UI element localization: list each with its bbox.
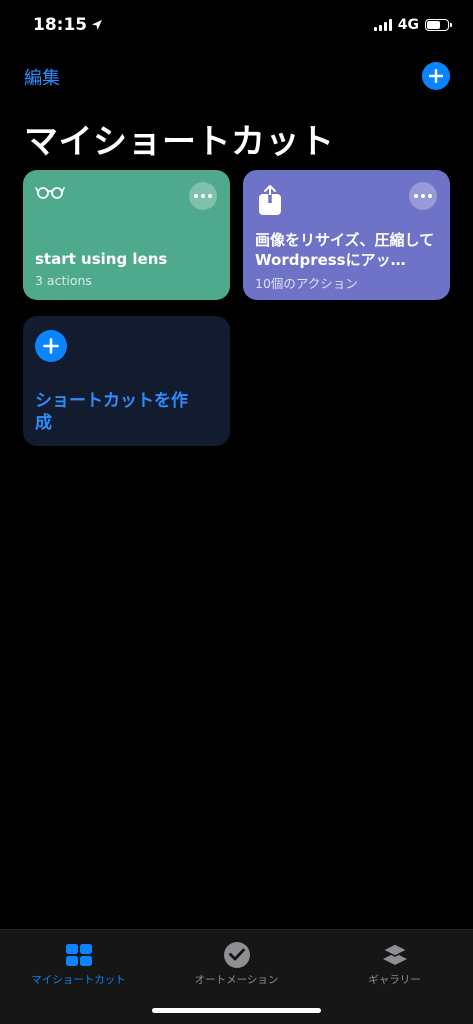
page-title: マイショートカット <box>24 122 335 162</box>
shortcut-title: 画像をリサイズ、圧縮してWordpressにアッ… <box>255 231 435 269</box>
more-options-button[interactable] <box>409 182 437 210</box>
tab-my-shortcuts[interactable]: マイショートカット <box>0 930 157 994</box>
tab-label: ギャラリー <box>368 974 421 986</box>
glasses-icon <box>35 184 65 204</box>
battery-level <box>427 21 440 29</box>
home-indicator[interactable] <box>152 1008 321 1013</box>
more-dot <box>201 194 205 198</box>
share-icon <box>255 184 285 220</box>
network-type: 4G <box>397 17 419 33</box>
status-time: 18:15 <box>33 15 103 35</box>
shortcut-card-resize-image[interactable]: 画像をリサイズ、圧縮してWordpressにアッ… 10個のアクション <box>243 170 450 300</box>
layers-icon <box>380 940 410 970</box>
grid-icon <box>64 940 94 970</box>
create-shortcut-card[interactable]: ショートカットを作成 <box>23 316 230 446</box>
status-bar: 18:15 4G <box>0 0 473 52</box>
tab-label: マイショートカット <box>31 974 126 986</box>
more-options-button[interactable] <box>189 182 217 210</box>
edit-button[interactable]: 編集 <box>24 64 60 90</box>
add-shortcut-button[interactable] <box>422 62 450 90</box>
more-dot <box>208 194 212 198</box>
time-text: 18:15 <box>33 15 88 35</box>
clock-check-icon <box>222 940 252 970</box>
more-dot <box>414 194 418 198</box>
shortcut-card-start-using-lens[interactable]: start using lens 3 actions <box>23 170 230 300</box>
cellular-signal-icon <box>373 19 392 31</box>
tab-gallery[interactable]: ギャラリー <box>316 930 473 994</box>
plus-icon <box>35 330 67 362</box>
more-dot <box>194 194 198 198</box>
shortcut-title: start using lens <box>35 250 168 268</box>
status-indicators: 4G <box>373 17 452 33</box>
tab-label: オートメーション <box>194 974 279 986</box>
more-dot <box>421 194 425 198</box>
tab-automation[interactable]: オートメーション <box>158 930 315 994</box>
plus-icon <box>429 69 443 83</box>
shortcut-action-count: 3 actions <box>35 273 92 288</box>
create-shortcut-label: ショートカットを作成 <box>35 391 188 433</box>
battery-icon <box>425 19 452 31</box>
shortcut-action-count: 10個のアクション <box>255 276 358 291</box>
location-arrow-icon <box>92 20 103 30</box>
more-dot <box>428 194 432 198</box>
